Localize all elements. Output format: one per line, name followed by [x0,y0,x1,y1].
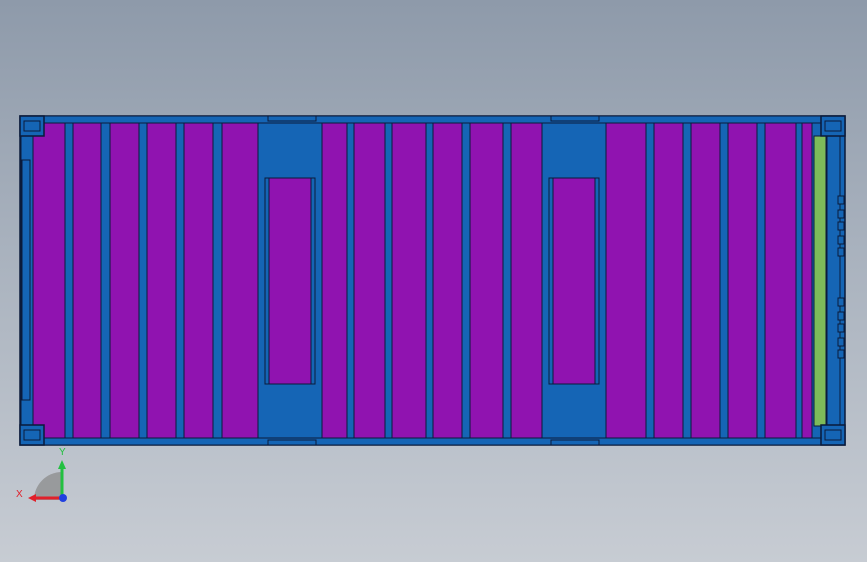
cad-viewport[interactable]: X Y [0,0,867,562]
x-axis-arrowhead [28,494,36,502]
triad-quadrant [34,472,62,500]
coordinate-triad: X Y [16,447,67,502]
z-axis-dot [59,494,67,502]
y-axis-arrowhead [58,460,66,469]
x-axis-label: X [16,489,23,500]
y-axis-label: Y [59,447,66,458]
